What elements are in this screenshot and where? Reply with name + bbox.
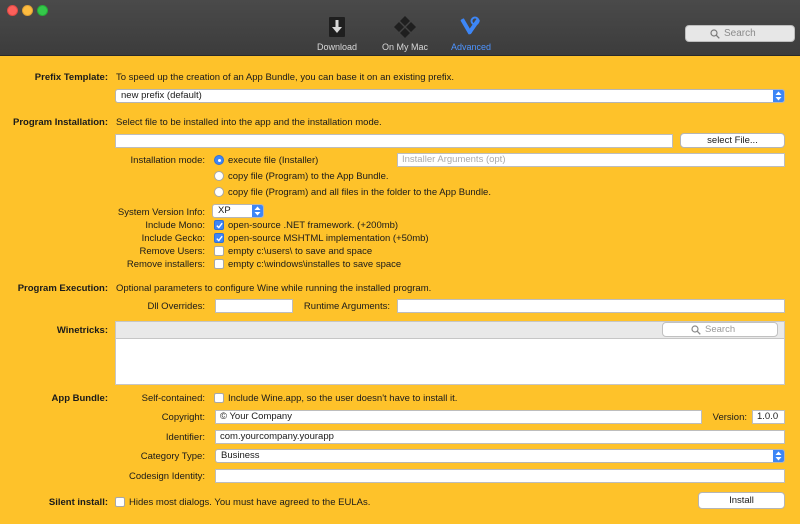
download-icon [329,17,345,37]
app-bundle-label: App Bundle: [51,393,108,404]
category-type-select[interactable]: Business [215,449,785,463]
identifier-field[interactable]: com.yourcompany.yourapp [215,430,785,444]
prefix-template-description: To speed up the creation of an App Bundl… [116,72,455,83]
toolbar-search-field[interactable]: Search [685,25,795,42]
mode-copy-folder-radio[interactable] [214,187,224,197]
program-installation-label: Program Installation: [12,117,108,128]
system-version-value: XP [218,205,231,216]
toolbar-advanced-tab[interactable]: Advanced [448,16,494,52]
silent-install-checkbox[interactable] [115,497,125,507]
checkmark-icon [216,222,223,229]
include-gecko-checkbox[interactable] [214,233,224,243]
runtime-arguments-label: Runtime Arguments: [303,301,390,312]
include-mono-text: open-source .NET framework. (+200mb) [228,220,399,231]
select-arrows-icon [252,205,263,217]
advanced-tools-icon [460,16,480,35]
include-gecko-text: open-source MSHTML implementation (+50mb… [228,233,429,244]
include-gecko-label: Include Gecko: [141,233,205,244]
system-version-select[interactable]: XP [212,204,264,218]
select-arrows-icon [773,450,784,462]
winetricks-search-field[interactable]: Search [662,322,778,337]
runtime-arguments-field[interactable] [397,299,785,313]
self-contained-label: Self-contained: [141,393,205,404]
include-mono-label: Include Mono: [145,220,205,231]
mode-copy-folder-label: copy file (Program) and all files in the… [228,187,491,198]
identifier-label: Identifier: [165,432,205,443]
main-window: Download On My Mac Advanced Search Prefi… [0,0,800,524]
prefix-template-value: new prefix (default) [121,90,202,101]
dll-overrides-field[interactable] [215,299,293,313]
installation-mode-label: Installation mode: [130,155,205,166]
version-label: Version: [712,412,747,423]
mode-copy-file-radio[interactable] [214,171,224,181]
self-contained-text: Include Wine.app, so the user doesn't ha… [228,393,458,404]
system-version-label: System Version Info: [117,207,205,218]
copyright-label: Copyright: [161,412,205,423]
search-icon [710,29,720,39]
dll-overrides-label: Dll Overrides: [147,301,205,312]
prefix-template-select[interactable]: new prefix (default) [115,89,785,103]
select-file-button[interactable]: select File... [680,133,785,148]
remove-installers-checkbox[interactable] [214,259,224,269]
winetricks-list[interactable] [115,339,785,385]
codesign-identity-field[interactable] [215,469,785,483]
winetricks-search-placeholder: Search [705,324,736,335]
checkmark-icon [216,235,223,242]
mode-execute-label: execute file (Installer) [228,155,319,166]
mode-execute-radio[interactable] [214,155,224,165]
remove-installers-label: Remove installers: [126,259,205,270]
toolbar-on-my-mac-label: On My Mac [381,42,428,52]
include-mono-checkbox[interactable] [214,220,224,230]
close-window-button[interactable] [7,5,18,16]
program-file-field[interactable] [115,134,673,148]
silent-install-text: Hides most dialogs. You must have agreed… [129,497,371,508]
install-button[interactable]: Install [698,492,785,509]
winetricks-label: Winetricks: [56,325,108,336]
toolbar-download-tab[interactable]: Download [314,16,360,52]
remove-users-label: Remove Users: [139,246,205,257]
mode-copy-file-label: copy file (Program) to the App Bundle. [228,171,389,182]
prefix-template-label: Prefix Template: [34,72,108,83]
category-type-label: Category Type: [140,451,205,462]
program-installation-description: Select file to be installed into the app… [116,117,382,128]
installer-arguments-field[interactable]: Installer Arguments (opt) [397,153,785,167]
toolbar-on-my-mac-tab[interactable]: On My Mac [378,16,432,52]
search-icon [691,325,701,335]
remove-users-checkbox[interactable] [214,246,224,256]
codesign-identity-label: Codesign Identity: [128,471,205,482]
minimize-window-button[interactable] [22,5,33,16]
program-execution-description: Optional parameters to configure Wine wh… [116,283,432,294]
toolbar-download-label: Download [316,42,358,52]
toolbar-advanced-label: Advanced [450,42,492,52]
copyright-field[interactable]: © Your Company [215,410,702,424]
silent-install-label: Silent install: [48,497,108,508]
version-field[interactable]: 1.0.0 [752,410,785,424]
remove-users-text: empty c:\users\ to save and space [228,246,373,257]
toolbar-search-placeholder: Search [724,28,756,39]
self-contained-checkbox[interactable] [214,393,224,403]
select-arrows-icon [773,90,784,102]
program-execution-label: Program Execution: [17,283,108,294]
category-type-value: Business [221,450,260,461]
zoom-window-button[interactable] [37,5,48,16]
toolbar: Download On My Mac Advanced Search [0,0,800,56]
on-my-mac-icon [394,16,416,38]
remove-installers-text: empty c:\windows\installes to save space [228,259,402,270]
